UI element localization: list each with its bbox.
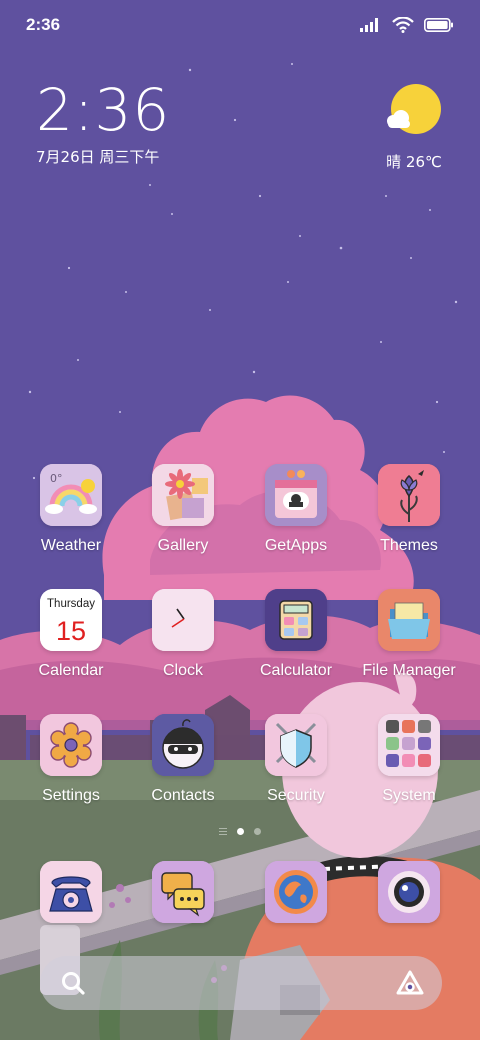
search-icon[interactable] xyxy=(60,970,86,996)
messages-icon xyxy=(152,861,214,923)
app-system-folder[interactable]: System xyxy=(354,714,464,805)
app-calendar[interactable]: Thursday 15 Calendar xyxy=(16,589,126,680)
calendar-day: 15 xyxy=(56,616,86,646)
status-bar: 2:36 xyxy=(0,0,480,50)
feed-page-indicator[interactable] xyxy=(219,828,227,835)
app-label: Calculator xyxy=(259,662,333,679)
status-time: 2:36 xyxy=(26,15,61,34)
dock-browser[interactable] xyxy=(241,861,351,923)
app-label: Calendar xyxy=(38,662,104,679)
search-bar[interactable] xyxy=(40,956,442,1010)
app-contacts[interactable]: Contacts xyxy=(128,714,238,805)
app-weather[interactable]: 0° Weather xyxy=(16,464,126,555)
settings-icon xyxy=(40,714,102,776)
wifi-icon xyxy=(392,17,414,33)
app-label: Settings xyxy=(42,787,100,804)
app-label: File Manager xyxy=(362,662,456,679)
contacts-icon xyxy=(152,714,214,776)
browser-icon xyxy=(265,861,327,923)
page-dot-active[interactable] xyxy=(237,828,244,835)
app-label: System xyxy=(382,787,436,804)
page-dot[interactable] xyxy=(254,828,261,835)
clock-widget-time: 2:36 xyxy=(36,76,171,144)
app-getapps[interactable]: GetApps xyxy=(241,464,351,555)
camera-icon xyxy=(378,861,440,923)
signal-icon xyxy=(360,18,378,32)
weather-widget[interactable]: 晴 26℃ xyxy=(384,84,444,172)
app-label: GetApps xyxy=(264,537,328,554)
app-label: Weather xyxy=(40,537,102,554)
status-icons xyxy=(360,17,454,33)
phone-icon xyxy=(40,861,102,923)
file-manager-icon xyxy=(378,589,440,651)
app-security[interactable]: Security xyxy=(241,714,351,805)
app-gallery[interactable]: Gallery xyxy=(128,464,238,555)
dock-phone[interactable] xyxy=(16,861,126,923)
app-themes[interactable]: Themes xyxy=(354,464,464,555)
page-indicator[interactable] xyxy=(0,828,480,835)
app-label: Themes xyxy=(380,537,438,554)
themes-icon xyxy=(378,464,440,526)
app-label: Contacts xyxy=(151,787,215,804)
weather-icon: 0° xyxy=(40,464,102,526)
calendar-weekday: Thursday xyxy=(47,598,95,610)
app-label: Security xyxy=(267,787,325,804)
calendar-icon: Thursday 15 xyxy=(40,589,102,651)
battery-icon xyxy=(424,18,453,32)
app-clock[interactable]: Clock xyxy=(128,589,238,680)
getapps-icon xyxy=(265,464,327,526)
security-icon xyxy=(265,714,327,776)
assistant-icon[interactable] xyxy=(396,970,424,996)
clock-icon xyxy=(152,589,214,651)
app-calculator[interactable]: Calculator xyxy=(241,589,351,680)
gallery-icon xyxy=(152,464,214,526)
calculator-icon xyxy=(265,589,327,651)
clock-widget[interactable]: 2:36 7月26日 周三下午 xyxy=(36,78,170,167)
app-settings[interactable]: Settings xyxy=(16,714,126,805)
svg-text:0°: 0° xyxy=(50,472,63,485)
dock-camera[interactable] xyxy=(354,861,464,923)
clock-widget-date: 7月26日 周三下午 xyxy=(36,148,160,166)
dock-messages[interactable] xyxy=(128,861,238,923)
sun-cloud-icon xyxy=(387,84,441,134)
system-folder-icon xyxy=(378,714,440,776)
app-file-manager[interactable]: File Manager xyxy=(354,589,464,680)
app-label: Clock xyxy=(162,662,203,679)
weather-text: 晴 26℃ xyxy=(386,153,442,171)
app-label: Gallery xyxy=(157,537,209,554)
